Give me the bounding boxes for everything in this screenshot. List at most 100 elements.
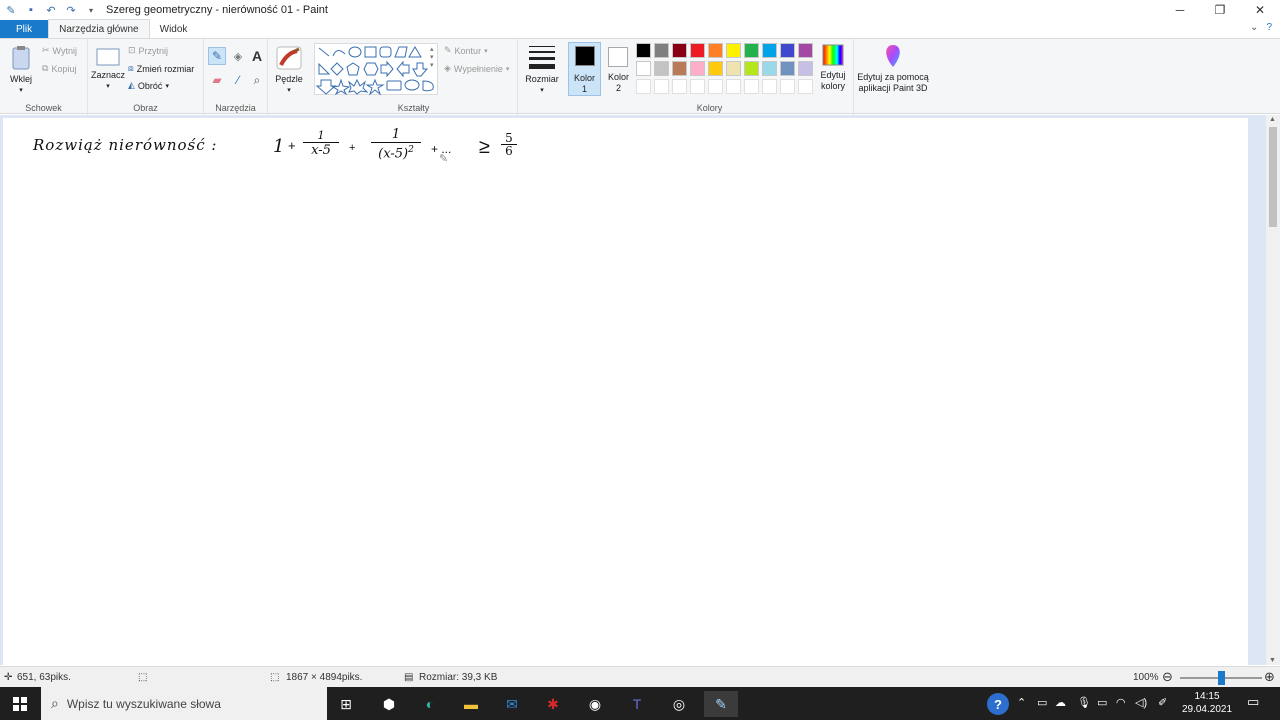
text-tool-icon[interactable]: A [248,47,266,65]
palette-swatch[interactable] [672,43,687,58]
palette-swatch[interactable] [726,43,741,58]
help-circle-icon[interactable]: ? [987,693,1009,715]
palette-swatch[interactable] [744,61,759,76]
paint-taskbar-icon[interactable]: ✎ [704,691,738,717]
edge-browser-icon[interactable]: ◐ [417,691,443,717]
shapes-gallery[interactable] [314,43,438,96]
minimize-button[interactable]: ─ [1160,0,1200,20]
tab-file[interactable]: Plik [0,20,49,38]
palette-swatch[interactable] [762,61,777,76]
palette-swatch[interactable] [798,61,813,76]
taskbar-search-box[interactable]: ⌕ Wpisz tu wyszukiwane słowa [41,687,327,720]
palette-swatch[interactable] [636,43,651,58]
file-explorer-icon[interactable]: ▬ [458,691,484,717]
custom-color-slot[interactable] [744,79,759,94]
undo-icon[interactable]: ↶ [44,3,58,17]
custom-color-slot[interactable] [798,79,813,94]
palette-swatch[interactable] [708,43,723,58]
obs-icon[interactable]: ◎ [666,691,692,717]
palette-swatch[interactable] [672,61,687,76]
clock[interactable]: 14:15 29.04.2021 [1178,690,1236,716]
copy-button[interactable]: ⧉ Kopiuj [42,63,76,74]
rotate-button[interactable]: ◭ Obróć ▾ [128,80,169,91]
scroll-up-icon[interactable]: ▲ [1269,116,1276,123]
vertical-scrollbar[interactable]: ▲ ▼ [1266,115,1280,665]
select-button[interactable]: Zaznacz ▾ [90,47,126,92]
app-icon-1[interactable]: ⬢ [376,691,402,717]
windows-start-icon[interactable] [7,691,33,717]
outline-icon: ✎ [444,45,452,55]
tab-home[interactable]: Narzędzia główne [48,19,150,38]
palette-swatch[interactable] [798,43,813,58]
custom-color-slot[interactable] [690,79,705,94]
volume-icon[interactable]: ◁) [1135,696,1147,709]
custom-color-slot[interactable] [708,79,723,94]
teams-icon[interactable]: T [624,691,650,717]
custom-color-slot[interactable] [654,79,669,94]
fraction-1: 1 x-5 [303,130,339,158]
drawing-canvas[interactable]: Rozwiąż nierówność : 1 + 1 x-5 + 1 (x-5)… [3,118,1248,665]
zoom-in-icon[interactable]: ⊕ [1264,669,1275,685]
paste-button[interactable]: Wklej ▾ [6,45,36,96]
custom-color-slot[interactable] [636,79,651,94]
palette-swatch[interactable] [690,61,705,76]
customize-toolbar-icon[interactable]: ▾ [84,3,98,17]
taskbar: ⌕ Wpisz tu wyszukiwane słowa ⊞ ⬢ ◐ ▬ ✉ ✱… [0,687,1280,720]
palette-swatch[interactable] [780,61,795,76]
palette-swatch[interactable] [726,61,741,76]
app-icon-circle[interactable]: ◉ [582,691,608,717]
palette-swatch[interactable] [690,43,705,58]
onedrive-icon[interactable]: ☁ [1055,696,1066,709]
task-view-icon[interactable]: ⊞ [333,691,359,717]
tab-view[interactable]: Widok [150,20,198,38]
palette-swatch[interactable] [636,61,651,76]
palette-swatch[interactable] [654,61,669,76]
edit-colors-button[interactable]: Edytuj kolory [816,43,850,92]
crop-button[interactable]: ⊡ Przytnij [128,45,168,56]
palette-swatch[interactable] [708,61,723,76]
cut-button[interactable]: ✂ Wytnij [42,45,77,56]
zoom-out-icon[interactable]: ⊖ [1162,669,1173,685]
palette-swatch[interactable] [654,43,669,58]
save-icon[interactable]: ▪ [24,3,38,17]
scroll-down-icon[interactable]: ▼ [1269,657,1276,664]
size-button[interactable]: Rozmiar ▾ [522,43,562,96]
maximize-button[interactable]: ❐ [1200,0,1240,20]
outline-button[interactable]: ✎ Kontur ▾ [444,45,488,56]
tray-chevron-icon[interactable]: ⌃ [1017,696,1026,709]
help-icon[interactable]: ? [1266,22,1272,33]
close-button[interactable]: ✕ [1240,0,1280,20]
custom-color-slot[interactable] [780,79,795,94]
collapse-ribbon-icon[interactable]: ⌄ [1250,22,1258,33]
color2-button[interactable]: Kolor 2 [602,42,635,96]
mail-icon[interactable]: ✉ [499,691,525,717]
notifications-icon[interactable]: ▭ [1247,694,1259,710]
palette-swatch[interactable] [744,43,759,58]
color-picker-icon[interactable]: ⁄ [229,71,247,89]
eraser-icon[interactable]: ▰ [208,71,226,89]
pencil-tool-icon[interactable]: ✎ [208,47,226,65]
magnifier-icon[interactable]: ⌕ [248,71,266,89]
tray-app-icon[interactable]: ▭ [1037,696,1047,709]
custom-color-slot[interactable] [726,79,741,94]
brushes-button[interactable]: Pędzle ▾ [272,45,306,96]
custom-color-slot[interactable] [672,79,687,94]
fill-bucket-icon[interactable]: ◈ [229,47,247,65]
palette-swatch[interactable] [762,43,777,58]
shapes-scroll-icon[interactable]: ▴ ▾ ▾ [430,45,434,69]
battery-icon[interactable]: ▭ [1097,696,1107,709]
wifi-icon[interactable]: ◠ [1116,696,1126,709]
palette-swatch[interactable] [780,43,795,58]
scroll-thumb[interactable] [1269,127,1277,227]
fill-button[interactable]: ◈ Wypełnienie ▾ [444,63,509,74]
microphone-icon[interactable]: 🎙︎ [1077,696,1091,709]
app-icon-red[interactable]: ✱ [540,691,566,717]
color1-button[interactable]: Kolor 1 [568,42,601,96]
paint3d-button[interactable]: Edytuj za pomocą aplikacji Paint 3D [856,43,930,94]
custom-color-slot[interactable] [762,79,777,94]
redo-icon[interactable]: ↷ [64,3,78,17]
resize-button[interactable]: ⧈ Zmień rozmiar [128,63,194,74]
zoom-slider-thumb[interactable] [1218,671,1225,685]
handwritten-label: Rozwiąż nierówność : [33,136,218,154]
pen-icon[interactable]: ✐ [1158,696,1167,709]
